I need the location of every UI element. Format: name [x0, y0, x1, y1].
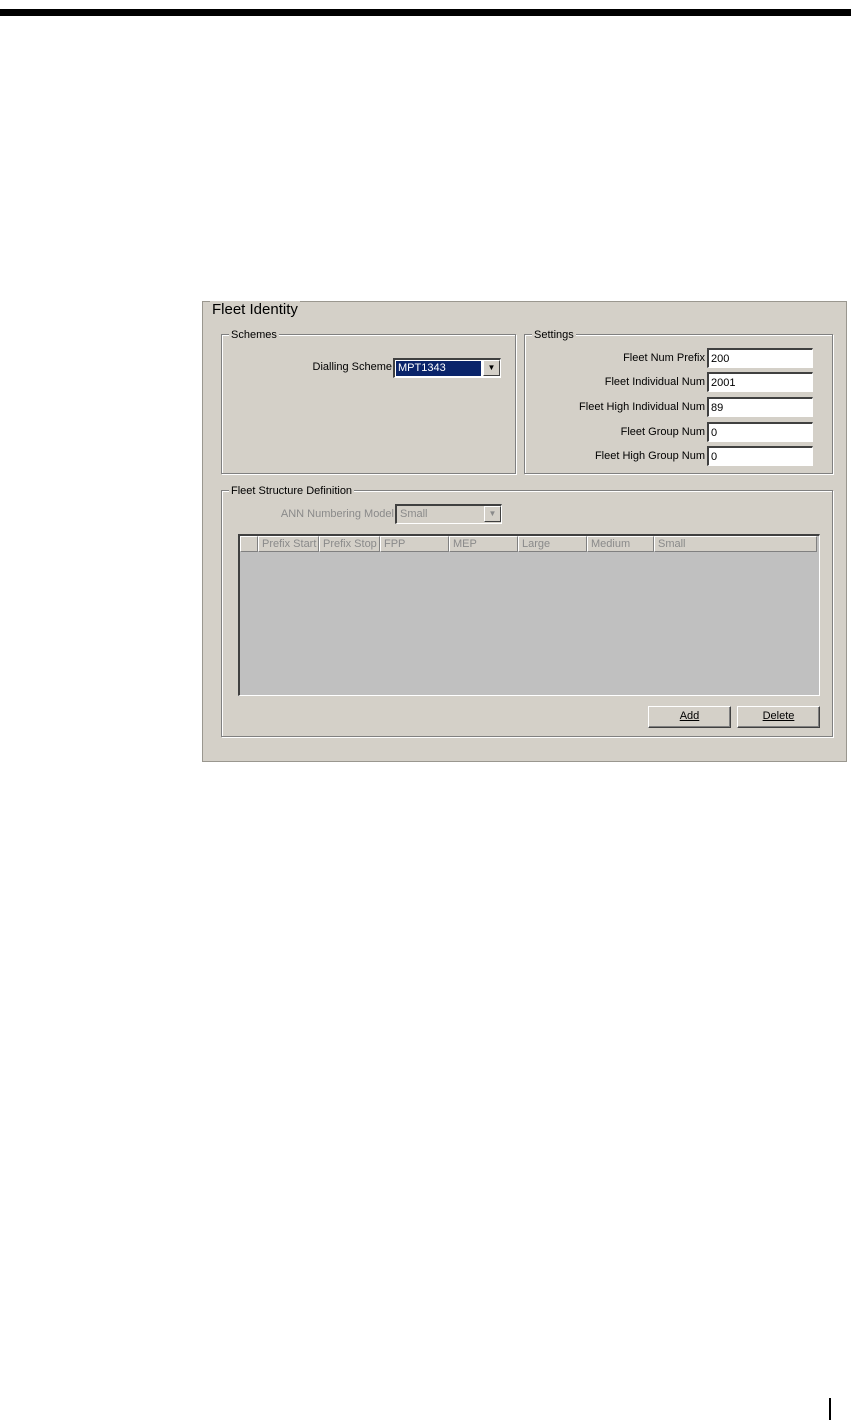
- chevron-down-icon[interactable]: ▼: [483, 360, 500, 376]
- row-selector-header: [240, 536, 258, 552]
- settings-group-label: Settings: [532, 329, 576, 342]
- fleet-high-individual-num-field[interactable]: [707, 397, 813, 417]
- delete-button[interactable]: Delete: [737, 706, 820, 728]
- ann-numbering-model-label: ANN Numbering Model: [280, 508, 394, 520]
- fleet-high-group-num-label: Fleet High Group Num: [594, 450, 705, 462]
- delete-button-label: Delete: [762, 710, 795, 722]
- fleet-num-prefix-field[interactable]: [707, 348, 813, 368]
- add-button[interactable]: Add: [648, 706, 731, 728]
- schemes-group: [221, 334, 516, 474]
- add-button-label: Add: [679, 710, 700, 722]
- fleet-individual-num-label: Fleet Individual Num: [604, 376, 705, 388]
- fleet-structure-table[interactable]: Prefix Start Prefix Stop FPP MEP Large M…: [238, 534, 820, 696]
- fleet-high-individual-num-label: Fleet High Individual Num: [579, 401, 705, 413]
- fleet-individual-num-field[interactable]: [707, 372, 813, 392]
- fleet-structure-group-label: Fleet Structure Definition: [229, 485, 355, 498]
- fleet-high-group-num-field[interactable]: [707, 446, 813, 466]
- column-large[interactable]: Large: [518, 536, 587, 552]
- fleet-group-num-label: Fleet Group Num: [620, 426, 705, 438]
- ann-numbering-model-select: Small ▼: [395, 504, 502, 524]
- page-top-rule: [0, 9, 851, 16]
- fleet-group-num-field[interactable]: [707, 422, 813, 442]
- panel-title: Fleet Identity: [210, 301, 300, 319]
- column-fpp[interactable]: FPP: [380, 536, 449, 552]
- dialling-scheme-select[interactable]: MPT1343 ▼: [393, 358, 501, 378]
- dialling-scheme-label: Dialling Scheme: [312, 361, 392, 373]
- fleet-num-prefix-label: Fleet Num Prefix: [623, 352, 705, 364]
- schemes-group-label: Schemes: [229, 329, 279, 342]
- column-medium[interactable]: Medium: [587, 536, 654, 552]
- chevron-down-icon: ▼: [484, 506, 501, 522]
- ann-numbering-model-value: Small: [400, 508, 428, 520]
- column-prefix-start[interactable]: Prefix Start: [258, 536, 319, 552]
- column-prefix-stop[interactable]: Prefix Stop: [319, 536, 380, 552]
- dialling-scheme-value: MPT1343: [396, 361, 481, 376]
- column-small[interactable]: Small: [654, 536, 817, 552]
- table-header: Prefix Start Prefix Stop FPP MEP Large M…: [240, 536, 817, 552]
- page-margin-mark: [829, 1398, 831, 1420]
- column-mep[interactable]: MEP: [449, 536, 518, 552]
